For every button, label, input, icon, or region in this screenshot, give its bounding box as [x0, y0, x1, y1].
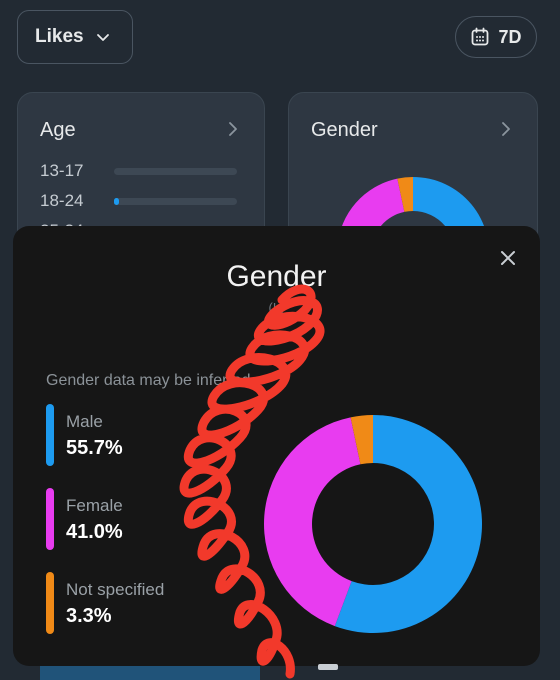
- legend-label: Female: [66, 496, 123, 515]
- calendar-icon: [472, 27, 489, 46]
- modal-title: Gender: [226, 260, 327, 293]
- background-chip: [318, 664, 338, 670]
- age-row: 18-24: [40, 191, 237, 211]
- gender-modal: Gender (L) Gender data may be inferred M…: [13, 226, 540, 666]
- chevron-right-icon: [229, 122, 237, 136]
- inferred-disclaimer: Gender data may be inferred: [46, 372, 251, 389]
- age-row: 13-17: [40, 161, 237, 181]
- age-row-label: 13-17: [40, 161, 84, 180]
- age-row-fill: [114, 197, 119, 205]
- legend-value: 3.3%: [66, 605, 112, 627]
- background-chart-strip: [40, 666, 260, 680]
- legend-color-bar: [46, 488, 54, 550]
- metric-dropdown[interactable]: Likes: [17, 10, 133, 64]
- gender-card-title: Gender: [311, 119, 378, 141]
- age-row-bar: [114, 197, 237, 205]
- chevron-right-icon: [502, 122, 510, 136]
- chevron-down-icon: [96, 34, 109, 41]
- legend-color-bar: [46, 572, 54, 634]
- legend-value: 41.0%: [66, 521, 123, 543]
- modal-subtitle: (L): [268, 300, 285, 315]
- legend-color-bar: [46, 404, 54, 466]
- age-card-title: Age: [40, 119, 76, 141]
- age-row-label: 18-24: [40, 191, 84, 210]
- age-row-bar: [114, 167, 237, 175]
- legend-label: Not specified: [66, 580, 165, 599]
- gender-donut-chart: [264, 415, 483, 633]
- legend-label: Male: [66, 412, 103, 431]
- metric-dropdown-label: Likes: [35, 26, 84, 47]
- date-range-button[interactable]: 7D: [455, 16, 537, 58]
- donut-slice-female: [264, 417, 361, 627]
- legend-value: 55.7%: [66, 437, 123, 459]
- date-range-label: 7D: [498, 26, 522, 47]
